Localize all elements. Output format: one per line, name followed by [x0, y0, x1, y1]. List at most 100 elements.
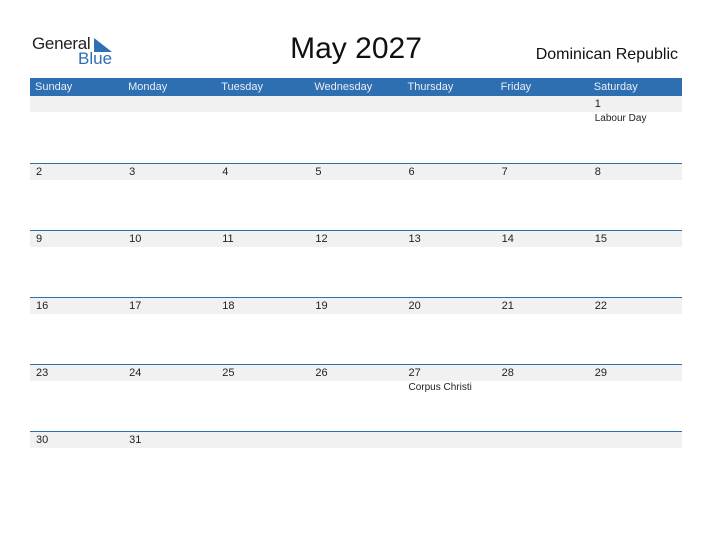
day-number [409, 96, 496, 112]
week-row: 2 3 4 5 6 7 8 [30, 163, 682, 230]
day-number: 27 [408, 367, 421, 379]
day-cell[interactable]: 22 [589, 298, 682, 314]
day-cell[interactable] [309, 432, 402, 448]
day-cell[interactable]: 3 [123, 164, 216, 180]
day-number [222, 96, 309, 112]
day-cell[interactable]: 8 [589, 164, 682, 180]
day-cell[interactable] [496, 432, 589, 448]
weekday-wednesday: Wednesday [314, 81, 373, 93]
day-number: 11 [222, 233, 234, 245]
day-number: 16 [36, 300, 49, 312]
day-number [315, 432, 402, 448]
weekday-thursday: Thursday [407, 81, 454, 93]
day-cell[interactable] [589, 432, 682, 448]
day-cell[interactable]: 31 [123, 432, 216, 448]
day-number [502, 432, 589, 448]
day-cell[interactable] [216, 96, 309, 124]
day-number: 30 [36, 434, 49, 446]
day-cell[interactable]: 19 [309, 298, 402, 314]
day-cell[interactable]: 23 [30, 365, 123, 393]
day-cell[interactable]: 18 [216, 298, 309, 314]
day-cell[interactable]: 2 [30, 164, 123, 180]
day-cell[interactable]: 9 [30, 231, 123, 247]
day-cell[interactable]: 27 Corpus Christi [403, 365, 496, 393]
day-cell[interactable]: 6 [403, 164, 496, 180]
day-number [36, 96, 123, 112]
week-row: 16 17 18 19 20 21 22 [30, 297, 682, 364]
weekday-friday: Friday [500, 81, 532, 93]
day-cell[interactable]: 24 [123, 365, 216, 393]
day-number: 1 [594, 98, 601, 110]
day-number: 25 [222, 367, 235, 379]
day-cell[interactable] [123, 96, 216, 124]
day-cell[interactable]: 25 [216, 365, 309, 393]
day-number: 14 [501, 233, 514, 245]
day-number: 19 [315, 300, 328, 312]
week-row: 23 24 25 26 27 Corpus Christi 28 29 [30, 364, 682, 431]
day-number [409, 432, 496, 448]
day-number: 13 [408, 233, 421, 245]
day-number: 3 [129, 166, 136, 178]
day-number: 21 [501, 300, 514, 312]
day-number [315, 96, 402, 112]
holiday-label: Labour Day [594, 113, 647, 124]
day-cell[interactable]: 28 [496, 365, 589, 393]
weekday-tuesday: Tuesday [221, 81, 264, 93]
day-cell[interactable]: 5 [309, 164, 402, 180]
day-number: 28 [501, 367, 514, 379]
day-cell[interactable]: 15 [589, 231, 682, 247]
weekday-header: Sunday Monday Tuesday Wednesday Thursday Frid… [30, 78, 682, 96]
day-number: 7 [501, 166, 508, 178]
day-cell[interactable]: 21 [496, 298, 589, 314]
day-cell[interactable]: 14 [496, 231, 589, 247]
day-number: 6 [408, 166, 415, 178]
weekday-saturday: Saturday [593, 81, 638, 93]
week-row: 1 Labour Day [30, 96, 682, 163]
day-number: 12 [315, 233, 328, 245]
day-cell[interactable]: 11 [216, 231, 309, 247]
day-number [595, 432, 682, 448]
holiday-label: Corpus Christi [408, 382, 472, 393]
day-number: 31 [129, 434, 142, 446]
day-number: 2 [36, 166, 43, 178]
day-number: 29 [594, 367, 607, 379]
day-cell[interactable]: 12 [309, 231, 402, 247]
calendar-grid: Sunday Monday Tuesday Wednesday Thursday Frid… [30, 78, 682, 498]
day-cell[interactable]: 17 [123, 298, 216, 314]
day-cell[interactable] [216, 432, 309, 448]
day-number [129, 96, 216, 112]
day-number: 20 [408, 300, 421, 312]
day-number: 23 [36, 367, 49, 379]
country-label: Dominican Republic [535, 46, 678, 63]
day-cell[interactable]: 7 [496, 164, 589, 180]
day-number: 18 [222, 300, 235, 312]
day-number [502, 96, 589, 112]
week-row: 9 10 11 12 13 14 15 [30, 230, 682, 297]
weekday-monday: Monday [128, 81, 168, 93]
day-number: 22 [594, 300, 607, 312]
day-cell[interactable]: 29 [589, 365, 682, 393]
day-cell[interactable]: 30 [30, 432, 123, 448]
day-cell[interactable]: 16 [30, 298, 123, 314]
day-cell[interactable]: 26 [309, 365, 402, 393]
day-cell[interactable] [30, 96, 123, 124]
day-number: 5 [315, 166, 322, 178]
day-number: 10 [129, 233, 142, 245]
day-number: 4 [222, 166, 229, 178]
day-cell[interactable]: 13 [403, 231, 496, 247]
day-number: 17 [129, 300, 142, 312]
day-cell[interactable]: 10 [123, 231, 216, 247]
day-cell[interactable] [403, 432, 496, 448]
day-number: 24 [129, 367, 142, 379]
day-number: 9 [36, 233, 43, 245]
day-cell[interactable] [309, 96, 402, 124]
day-number: 15 [594, 233, 607, 245]
day-cell[interactable] [496, 96, 589, 124]
day-cell[interactable]: 4 [216, 164, 309, 180]
day-cell[interactable]: 1 Labour Day [589, 96, 682, 124]
week-row: 30 31 [30, 431, 682, 498]
day-number: 26 [315, 367, 328, 379]
day-number: 8 [594, 166, 601, 178]
day-cell[interactable] [403, 96, 496, 124]
day-cell[interactable]: 20 [403, 298, 496, 314]
